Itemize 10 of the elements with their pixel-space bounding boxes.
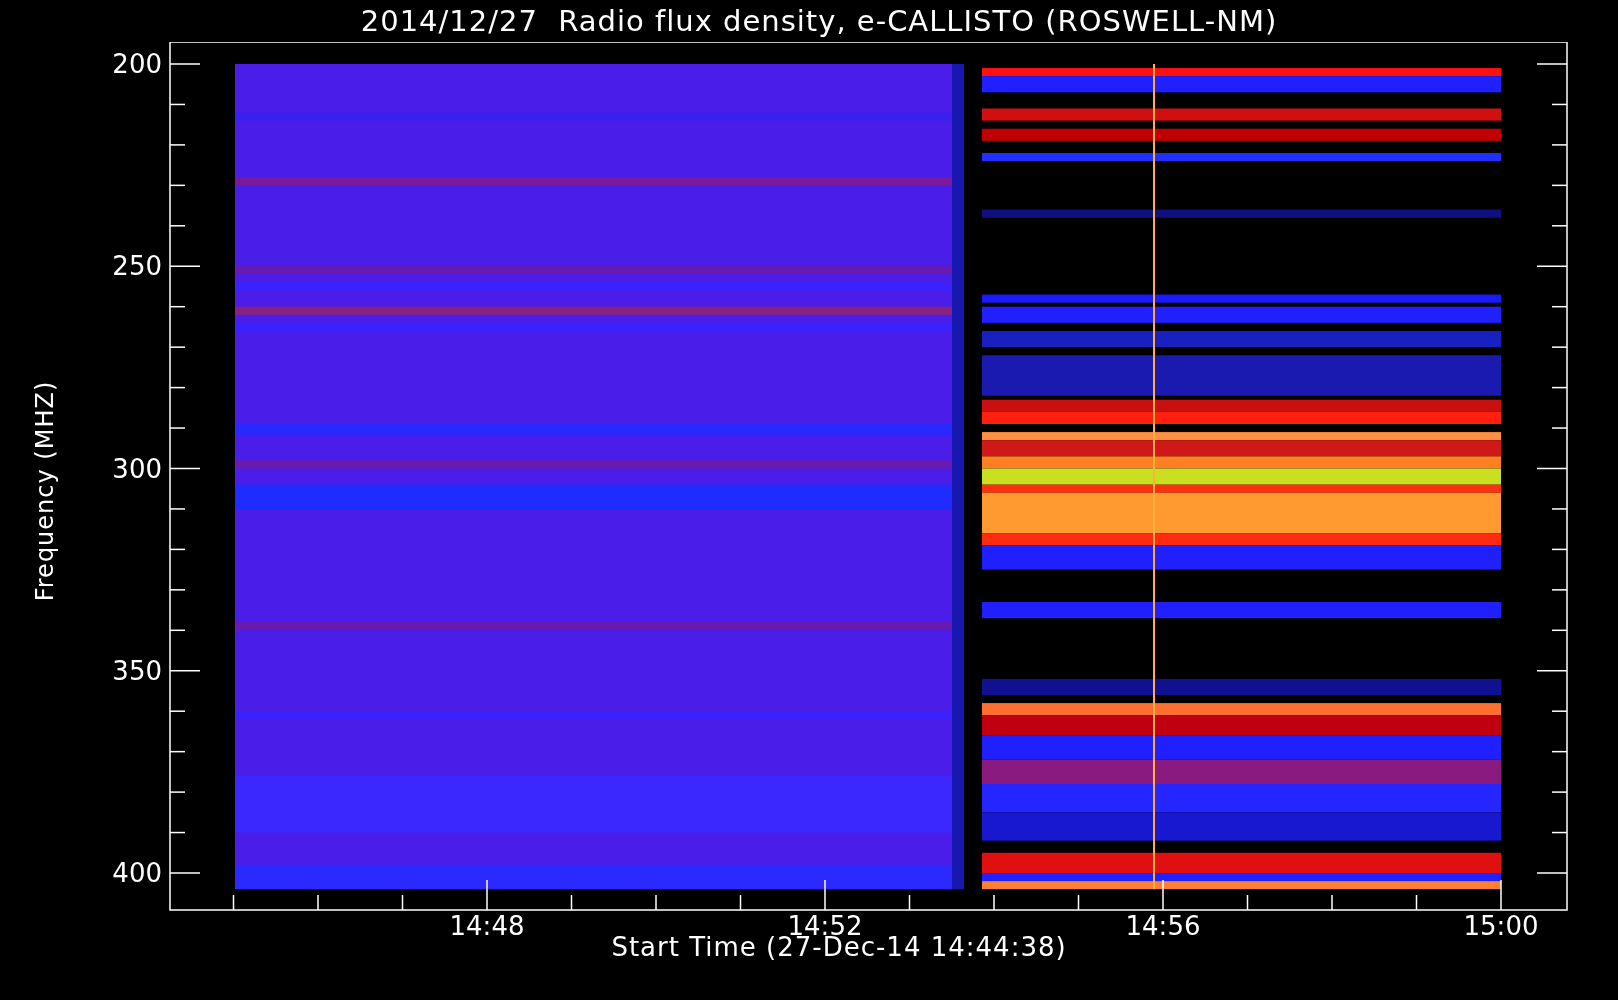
y-tick-label: 300: [112, 453, 162, 484]
y-tick-label: 250: [112, 251, 162, 282]
x-tick-label: 15:00: [1463, 911, 1539, 940]
chart-title: 2014/12/27 Radio flux density, e-CALLISTO (ROSWELL-NM): [359, 3, 1279, 40]
y-axis-label: Frequency (MHZ): [31, 380, 59, 602]
x-tick-label: 14:56: [1125, 911, 1201, 940]
y-tick-label: 350: [112, 655, 162, 686]
x-tick-label: 14:48: [449, 911, 525, 940]
y-tick-label: 200: [112, 49, 162, 79]
y-tick-label: 400: [112, 858, 162, 888]
